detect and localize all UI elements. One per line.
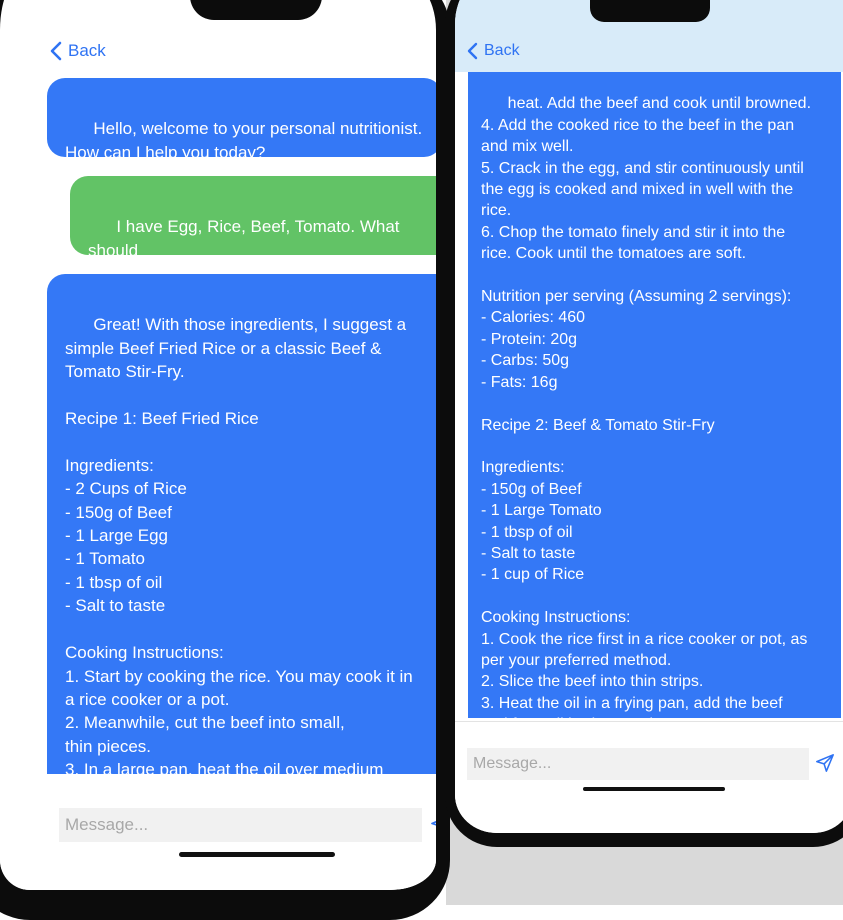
left-chat-screen: Back Hello, welcome to your personal nut… <box>0 0 436 890</box>
message-input[interactable] <box>59 808 422 842</box>
send-icon <box>431 820 436 826</box>
home-indicator <box>179 852 335 857</box>
assistant-message: Hello, welcome to your personal nutritio… <box>47 78 436 162</box>
dynamic-island <box>590 0 710 22</box>
divider <box>455 721 843 722</box>
chevron-left-icon <box>467 42 478 60</box>
back-label: Back <box>484 42 520 59</box>
input-area <box>0 774 436 890</box>
send-button[interactable] <box>430 814 436 841</box>
user-message: I have Egg, Rice, Beef, Tomato. What sho… <box>70 176 436 283</box>
assistant-message: Great! With those ingredients, I suggest… <box>47 274 436 803</box>
send-icon <box>816 754 834 772</box>
message-text: Hello, welcome to your personal nutritio… <box>65 119 423 162</box>
chevron-left-icon <box>50 41 62 61</box>
back-button[interactable]: Back <box>50 41 106 61</box>
home-indicator <box>583 787 725 791</box>
back-button[interactable]: Back <box>467 42 520 60</box>
send-button[interactable] <box>815 753 835 778</box>
back-label: Back <box>68 41 106 60</box>
input-area <box>455 721 843 833</box>
right-chat-screen: heat. Add the beef and cook until browne… <box>455 0 843 833</box>
message-input[interactable] <box>467 748 809 780</box>
right-phone-frame: heat. Add the beef and cook until browne… <box>445 0 843 847</box>
message-text: Great! With those ingredients, I suggest… <box>65 315 413 802</box>
dynamic-island <box>190 0 322 20</box>
nav-bar: Back <box>0 36 436 66</box>
left-phone-frame: Back Hello, welcome to your personal nut… <box>0 0 450 920</box>
assistant-message: heat. Add the beef and cook until browne… <box>468 68 841 733</box>
message-text: heat. Add the beef and cook until browne… <box>481 95 812 733</box>
